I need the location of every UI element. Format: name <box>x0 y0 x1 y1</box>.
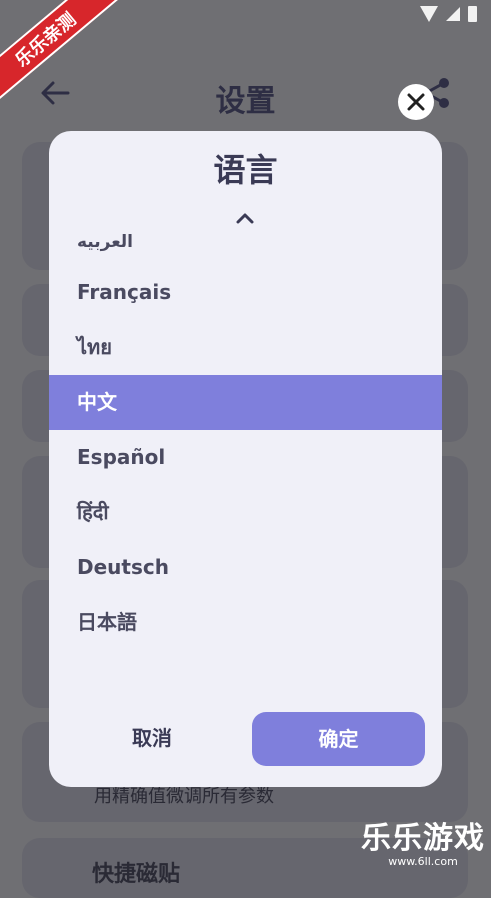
settings-section-title: 快捷磁贴 <box>92 862 181 887</box>
language-option[interactable]: العربيه <box>49 219 442 265</box>
watermark-brand: 乐乐游戏 <box>361 821 485 856</box>
language-option[interactable]: ไทย <box>49 320 442 375</box>
signal-icon <box>446 7 460 21</box>
confirm-button[interactable]: 确定 <box>252 712 425 766</box>
dialog-title: 语言 <box>213 151 278 189</box>
battery-icon <box>468 6 477 22</box>
language-option[interactable]: Deutsch <box>49 540 442 595</box>
language-option-selected[interactable]: 中文 <box>49 375 442 430</box>
close-button[interactable] <box>398 84 434 120</box>
language-option[interactable]: Español <box>49 430 442 485</box>
language-option[interactable]: हिंदी <box>49 485 442 540</box>
language-list[interactable]: العربيه Français ไทย 中文 Español हिंदी De… <box>49 219 442 650</box>
watermark-logo: 乐乐游戏 www.6ll.com <box>361 813 485 868</box>
wifi-icon <box>420 6 438 22</box>
language-dialog: 语言 العربيه Français ไทย 中文 Español हिंदी… <box>49 131 442 787</box>
language-option[interactable]: Français <box>49 265 442 320</box>
close-icon <box>407 93 425 111</box>
language-option[interactable]: 日本語 <box>49 595 442 650</box>
cancel-button[interactable]: 取消 <box>85 711 219 765</box>
